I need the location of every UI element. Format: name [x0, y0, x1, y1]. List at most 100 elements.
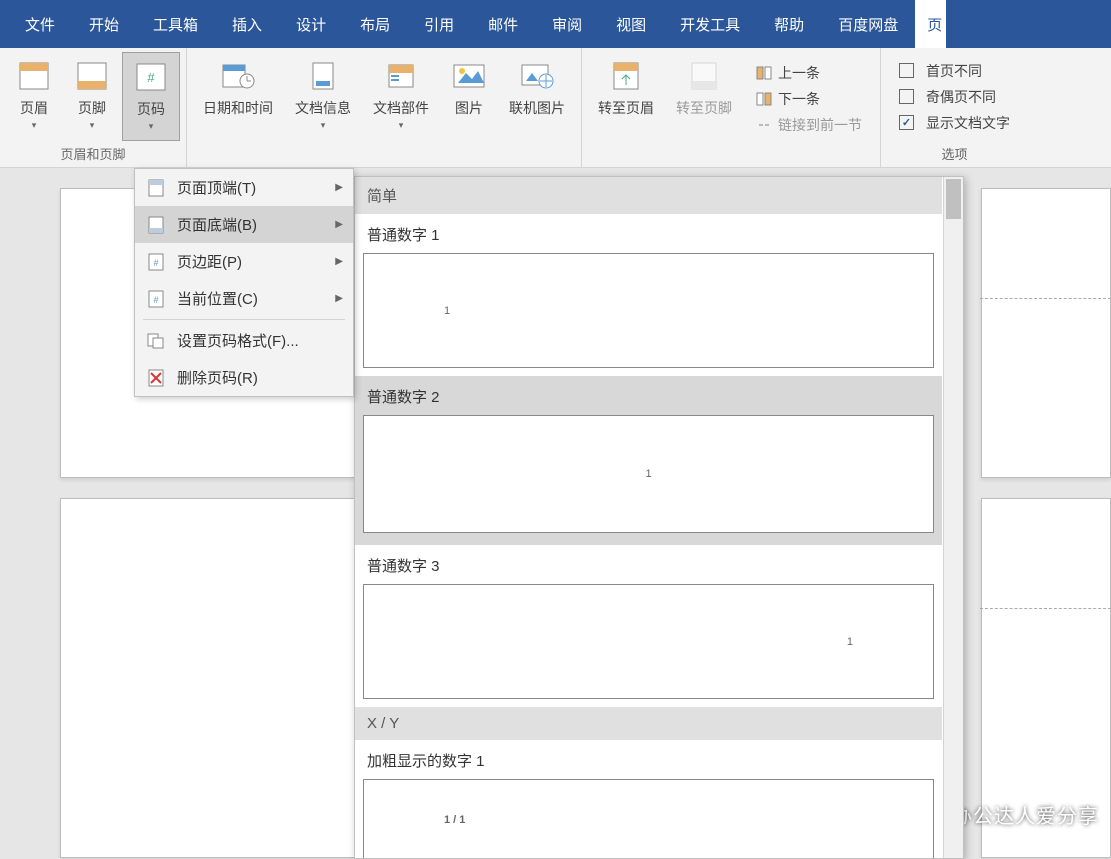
- menu-label: 页面底端(B): [177, 214, 257, 235]
- tab-home[interactable]: 开始: [72, 0, 136, 48]
- page-top-icon: [145, 179, 167, 197]
- menu-top-of-page[interactable]: 页面顶端(T) ▶: [135, 169, 353, 206]
- doc-info-button[interactable]: 文档信息 ▾: [285, 52, 361, 145]
- gallery-item-bold-1[interactable]: 加粗显示的数字 1 1 / 1: [355, 740, 942, 859]
- goto-header-label: 转至页眉: [598, 98, 654, 118]
- doc-info-label: 文档信息: [295, 98, 351, 118]
- tab-help[interactable]: 帮助: [757, 0, 821, 48]
- tab-header-footer-tools[interactable]: 页: [915, 0, 946, 48]
- gallery-section-xy: X / Y: [355, 707, 942, 740]
- footer-icon: [74, 58, 110, 94]
- next-button[interactable]: 下一条: [750, 86, 868, 112]
- goto-header-icon: [608, 58, 644, 94]
- page-number-menu: 页面顶端(T) ▶ 页面底端(B) ▶ # 页边距(P) ▶ # 当前位置(C)…: [134, 168, 354, 397]
- header-icon: [16, 58, 52, 94]
- scrollbar-thumb[interactable]: [946, 179, 961, 219]
- different-first-page-checkbox[interactable]: 首页不同: [893, 58, 1016, 84]
- gallery-item-plain-1[interactable]: 普通数字 1 1: [355, 214, 942, 368]
- online-picture-label: 联机图片: [509, 98, 565, 118]
- menu-bottom-of-page[interactable]: 页面底端(B) ▶: [135, 206, 353, 243]
- menu-label: 页面顶端(T): [177, 177, 256, 198]
- show-document-text-checkbox[interactable]: 显示文档文字: [893, 110, 1016, 136]
- ribbon-group-navigation: 转至页眉 转至页脚 上一条 下一条 链接到前一节: [582, 48, 881, 167]
- goto-footer-button[interactable]: 转至页脚: [666, 52, 742, 145]
- chevron-down-icon: ▾: [90, 120, 95, 131]
- format-icon: [145, 332, 167, 350]
- goto-header-button[interactable]: 转至页眉: [588, 52, 664, 145]
- footer-label: 页脚: [78, 98, 106, 118]
- previous-icon: [756, 66, 772, 80]
- header-label: 页眉: [20, 98, 48, 118]
- online-picture-icon: [519, 58, 555, 94]
- preview-number: 1: [444, 305, 450, 317]
- gallery-item-label: 普通数字 3: [355, 545, 942, 584]
- ribbon-group-header-footer: 页眉 ▾ 页脚 ▾ # 页码 ▾ 页眉和页脚: [0, 48, 187, 167]
- different-odd-even-checkbox[interactable]: 奇偶页不同: [893, 84, 1016, 110]
- footer-button[interactable]: 页脚 ▾: [64, 52, 120, 141]
- chevron-down-icon: ▾: [321, 120, 326, 131]
- menu-page-margins[interactable]: # 页边距(P) ▶: [135, 243, 353, 280]
- previous-label: 上一条: [778, 63, 820, 83]
- checkbox-checked-icon: [899, 115, 914, 130]
- preview-number: 1: [847, 636, 853, 648]
- chevron-right-icon: ▶: [335, 256, 343, 267]
- tab-developer[interactable]: 开发工具: [663, 0, 757, 48]
- tab-design[interactable]: 设计: [279, 0, 343, 48]
- dashed-line: [980, 608, 1111, 609]
- tab-view[interactable]: 视图: [599, 0, 663, 48]
- gallery-scrollbar[interactable]: [943, 177, 963, 858]
- tab-file[interactable]: 文件: [8, 0, 72, 48]
- tab-insert[interactable]: 插入: [215, 0, 279, 48]
- menu-separator: [143, 319, 345, 320]
- goto-footer-icon: [686, 58, 722, 94]
- tab-toolbox[interactable]: 工具箱: [136, 0, 215, 48]
- menu-label: 当前位置(C): [177, 288, 258, 309]
- chevron-down-icon: ▾: [149, 121, 154, 132]
- svg-text:#: #: [153, 295, 158, 305]
- page-number-button[interactable]: # 页码 ▾: [122, 52, 180, 141]
- group-label-insert: [382, 145, 386, 167]
- tab-baidu[interactable]: 百度网盘: [821, 0, 915, 48]
- tab-mailings[interactable]: 邮件: [471, 0, 535, 48]
- different-first-page-label: 首页不同: [926, 61, 982, 81]
- group-label-header-footer: 页眉和页脚: [60, 141, 125, 167]
- tab-references[interactable]: 引用: [407, 0, 471, 48]
- link-to-previous-button[interactable]: 链接到前一节: [750, 112, 868, 138]
- group-label-navigation: [729, 145, 733, 167]
- menu-label: 页边距(P): [177, 251, 242, 272]
- preview-number: 1 / 1: [444, 814, 465, 826]
- menu-current-position[interactable]: # 当前位置(C) ▶: [135, 280, 353, 317]
- tab-layout[interactable]: 布局: [343, 0, 407, 48]
- preview-number: 1: [645, 468, 651, 480]
- link-icon: [756, 118, 772, 132]
- gallery-item-label: 普通数字 1: [355, 214, 942, 253]
- picture-icon: [451, 58, 487, 94]
- menu-format-page-numbers[interactable]: 设置页码格式(F)...: [135, 322, 353, 359]
- show-document-text-label: 显示文档文字: [926, 113, 1010, 133]
- remove-icon: [145, 369, 167, 387]
- checkbox-icon: [899, 89, 914, 104]
- picture-button[interactable]: 图片: [441, 52, 497, 145]
- gallery-item-label: 普通数字 2: [355, 376, 942, 415]
- previous-button[interactable]: 上一条: [750, 60, 868, 86]
- header-button[interactable]: 页眉 ▾: [6, 52, 62, 141]
- date-time-button[interactable]: 日期和时间: [193, 52, 283, 145]
- gallery-item-label: 加粗显示的数字 1: [355, 740, 942, 779]
- gallery-item-plain-3[interactable]: 普通数字 3 1: [355, 545, 942, 699]
- next-label: 下一条: [778, 89, 820, 109]
- menu-label: 删除页码(R): [177, 367, 258, 388]
- current-position-icon: #: [145, 290, 167, 308]
- online-picture-button[interactable]: 联机图片: [499, 52, 575, 145]
- different-odd-even-label: 奇偶页不同: [926, 87, 996, 107]
- svg-text:#: #: [153, 258, 158, 268]
- tab-review[interactable]: 审阅: [535, 0, 599, 48]
- menu-remove-page-numbers[interactable]: 删除页码(R): [135, 359, 353, 396]
- gallery-section-simple: 简单: [355, 177, 942, 214]
- page: [60, 498, 360, 858]
- gallery-item-plain-2[interactable]: 普通数字 2 1: [355, 376, 942, 545]
- chevron-right-icon: ▶: [335, 182, 343, 193]
- chevron-right-icon: ▶: [335, 219, 343, 230]
- ribbon-group-insert: 日期和时间 文档信息 ▾ 文档部件 ▾ 图片 联机图片: [187, 48, 582, 167]
- quick-parts-button[interactable]: 文档部件 ▾: [363, 52, 439, 145]
- tab-bar: 文件 开始 工具箱 插入 设计 布局 引用 邮件 审阅 视图 开发工具 帮助 百…: [0, 0, 1111, 48]
